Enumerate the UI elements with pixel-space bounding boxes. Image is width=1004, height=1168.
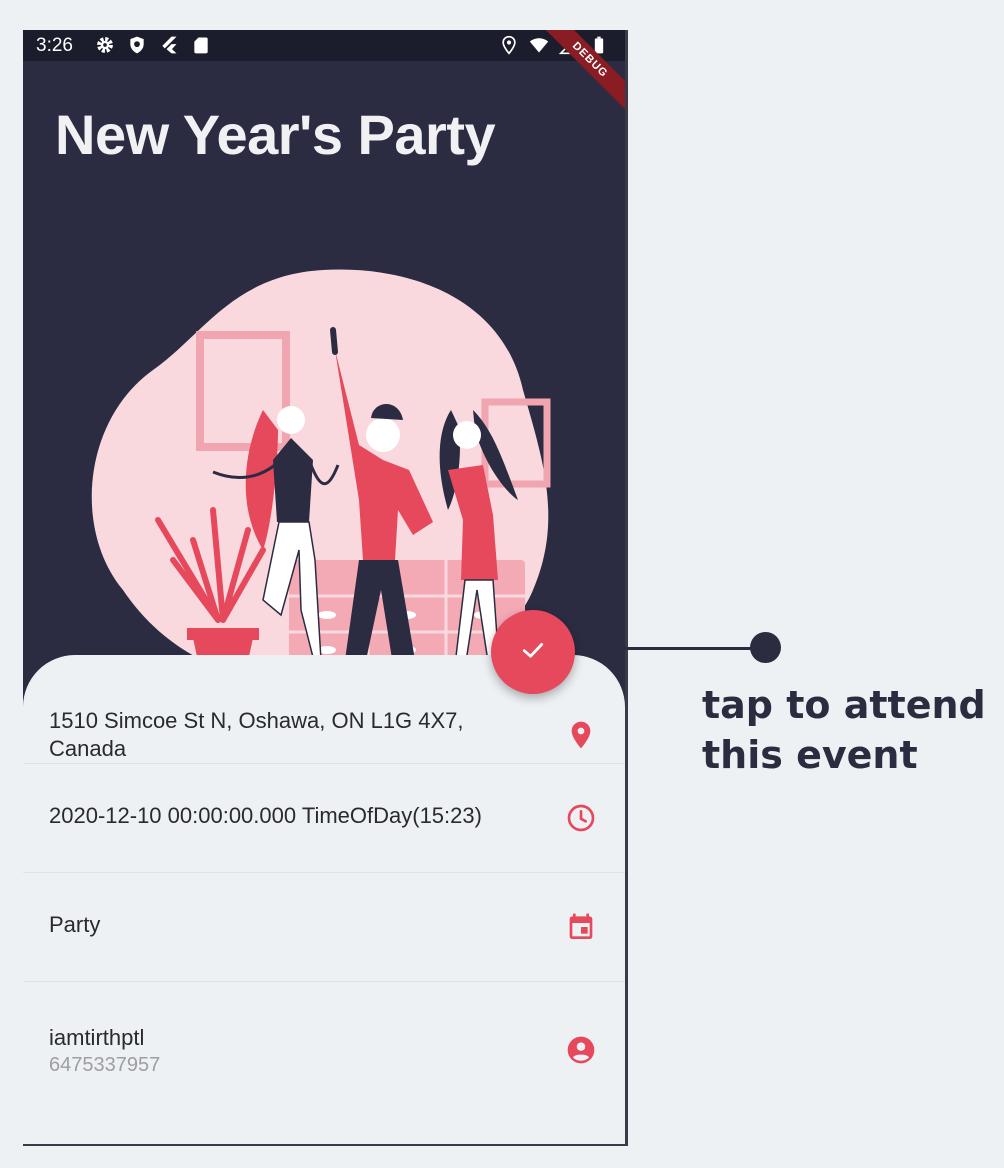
callout-line: [594, 647, 764, 650]
event-title: New Year's Party: [55, 103, 496, 166]
location-icon: [499, 35, 519, 55]
flutter-icon: [159, 35, 179, 55]
clock-icon[interactable]: [565, 802, 597, 834]
gear-icon: [95, 35, 115, 55]
host-row[interactable]: iamtirthptl 6475337957: [23, 982, 625, 1090]
address-text: 1510 Simcoe St N, Oshawa, ON L1G 4X7, Ca…: [49, 708, 464, 761]
calendar-icon[interactable]: [565, 911, 597, 943]
event-details-sheet: 1510 Simcoe St N, Oshawa, ON L1G 4X7, Ca…: [23, 655, 625, 1144]
sd-card-icon: [191, 35, 211, 55]
category-row[interactable]: Party: [23, 873, 625, 982]
category-text: Party: [49, 912, 101, 937]
account-circle-icon[interactable]: [565, 1034, 597, 1066]
host-name: iamtirthptl: [49, 1025, 145, 1050]
callout-dot: [750, 632, 781, 663]
wifi-icon: [529, 35, 549, 55]
location-pin-icon[interactable]: [565, 719, 597, 751]
host-phone: 6475337957: [49, 1054, 161, 1076]
callout-text: tap to attend this event: [702, 683, 986, 777]
shield-icon: [127, 35, 147, 55]
status-time: 3:26: [36, 35, 73, 56]
check-icon: [518, 635, 548, 670]
datetime-row[interactable]: 2020-12-10 00:00:00.000 TimeOfDay(15:23): [23, 764, 625, 873]
attend-fab-button[interactable]: [491, 610, 575, 694]
status-icons-left: [95, 34, 211, 56]
phone-screen: 3:26 DEBUG New Year's Party 1510 Simcoe …: [23, 30, 628, 1146]
datetime-text: 2020-12-10 00:00:00.000 TimeOfDay(15:23): [49, 803, 482, 828]
status-bar: 3:26 DEBUG: [23, 30, 625, 114]
